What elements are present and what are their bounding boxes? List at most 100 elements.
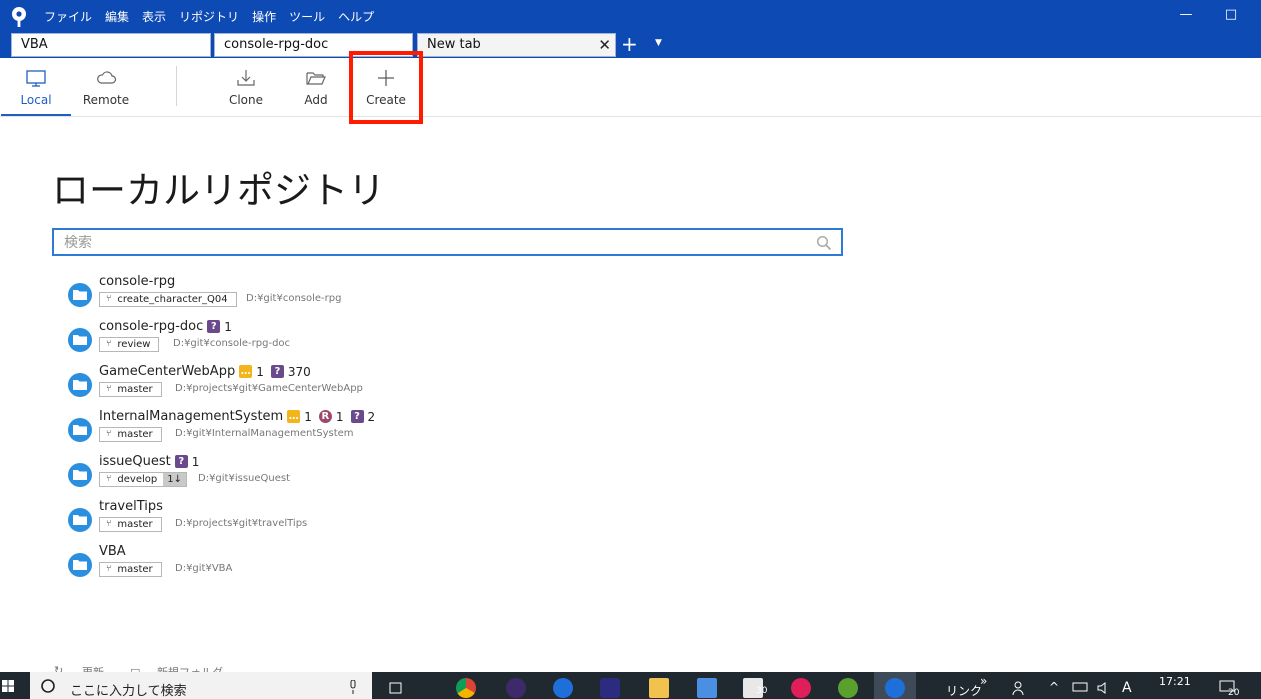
branch-name: create_character_Q04 — [117, 294, 228, 305]
notification-badge: 20 — [1228, 688, 1240, 698]
chrome-icon[interactable] — [456, 678, 476, 698]
maximize-button[interactable]: □ — [1216, 4, 1246, 26]
repo-path: D:¥git¥issueQuest — [198, 473, 291, 484]
folder-icon — [68, 328, 92, 352]
branch-icon: ⑂ — [106, 384, 112, 394]
file-explorer-icon[interactable] — [649, 678, 669, 698]
folder-icon — [68, 508, 92, 532]
app-icon[interactable] — [838, 678, 858, 698]
sourcetree-app-icon[interactable] — [553, 678, 573, 698]
menu-repository[interactable]: リポジトリ — [179, 8, 239, 25]
add-label: Add — [304, 93, 328, 107]
folder-icon — [68, 283, 92, 307]
branch-tag: ⑂ master — [99, 562, 162, 577]
untracked-badge-icon: ? — [174, 455, 188, 468]
add-button[interactable]: Add — [281, 58, 351, 116]
search-input[interactable] — [64, 233, 804, 253]
untracked-count: 370 — [287, 364, 311, 379]
repo-name-row: VBA — [99, 544, 126, 559]
task-view-icon[interactable] — [388, 681, 404, 695]
chevron-right-icon[interactable]: » — [980, 674, 987, 688]
remote-button[interactable]: Remote — [71, 58, 141, 116]
branch-icon: ⑂ — [106, 294, 112, 304]
chevron-up-icon[interactable]: ^ — [1049, 680, 1059, 694]
modified-count: 1 — [256, 364, 264, 379]
menu-view[interactable]: 表示 — [142, 8, 166, 25]
repo-name: travelTips — [99, 499, 163, 514]
page-title: ローカルリポジトリ — [52, 169, 385, 212]
tab-label: VBA — [21, 37, 48, 52]
folder-icon — [68, 373, 92, 397]
menu-file[interactable]: ファイル — [44, 8, 92, 25]
renamed-badge-icon: R — [318, 410, 332, 423]
search-icon[interactable] — [816, 235, 832, 251]
branch-name: master — [117, 564, 153, 575]
modified-count: 1 — [304, 409, 312, 424]
repo-name: GameCenterWebApp — [99, 364, 236, 379]
add-tab-button[interactable]: + — [621, 33, 638, 55]
repo-item-console-rpg[interactable]: console-rpg ⑂ create_character_Q04 D:¥gi… — [68, 274, 768, 314]
menu-help[interactable]: ヘルプ — [338, 8, 374, 25]
repo-item-issuequest[interactable]: issueQuest ? 1 ⑂ develop 1↓ D:¥git¥issue… — [68, 454, 768, 494]
branch-name: master — [117, 519, 153, 530]
branch-tag: ⑂ review — [99, 337, 160, 352]
minimize-button[interactable]: — — [1171, 4, 1201, 26]
branch-icon: ⑂ — [106, 564, 112, 574]
ime-indicator[interactable]: A — [1122, 680, 1132, 696]
repo-name: issueQuest — [99, 454, 171, 469]
menu-tools[interactable]: ツール — [289, 8, 325, 25]
eclipse-icon[interactable] — [506, 678, 526, 698]
repo-path: D:¥git¥console-rpg-doc — [173, 338, 291, 349]
microphone-icon[interactable] — [348, 680, 358, 694]
people-icon[interactable] — [1012, 680, 1028, 696]
untracked-count: 1 — [191, 454, 200, 469]
untracked-badge-icon: ? — [207, 320, 221, 333]
sourcetree-active-icon[interactable] — [885, 678, 905, 698]
behind-count: 1↓ — [163, 473, 186, 486]
links-toolbar[interactable]: リンク — [946, 682, 982, 699]
branch-icon: ⑂ — [106, 519, 112, 529]
taskbar-search[interactable]: ここに入力して検索 — [30, 672, 372, 699]
taskbar: ここに入力して検索 30 リンク » ^ A 17:21 20 — [0, 672, 1261, 699]
repo-path: D:¥projects¥git¥GameCenterWebApp — [175, 383, 363, 394]
remote-label: Remote — [82, 93, 130, 107]
sourcetree-logo-icon — [12, 7, 26, 27]
tab-vba[interactable]: VBA — [11, 33, 211, 57]
renamed-count: 1 — [335, 409, 344, 424]
store-icon[interactable] — [697, 678, 717, 698]
menu-actions[interactable]: 操作 — [252, 8, 276, 25]
toolbar-divider — [176, 66, 177, 106]
untracked-count: 2 — [367, 409, 376, 424]
close-icon[interactable]: ✕ — [598, 34, 611, 56]
branch-tag: ⑂ master — [99, 382, 162, 397]
windows-start-icon[interactable] — [2, 680, 14, 692]
speaker-icon[interactable] — [1097, 682, 1111, 694]
clock-time[interactable]: 17:21 — [1159, 675, 1191, 688]
cloud-icon — [97, 71, 117, 84]
folder-icon — [68, 418, 92, 442]
create-highlight-box — [349, 51, 423, 124]
menu-edit[interactable]: 編集 — [105, 8, 129, 25]
search-icon — [41, 679, 55, 693]
chevron-down-icon[interactable]: ▼ — [655, 38, 662, 48]
repo-item-gamecenterwebapp[interactable]: GameCenterWebApp … 1 ? 370 ⑂ master D:¥p… — [68, 364, 768, 404]
repo-item-console-rpg-doc[interactable]: console-rpg-doc ? 1 ⑂ review D:¥git¥cons… — [68, 319, 768, 359]
branch-icon: ⑂ — [106, 339, 112, 349]
tab-new-tab[interactable]: New tab ✕ — [417, 33, 616, 57]
slack-icon[interactable] — [791, 678, 811, 698]
untracked-badge-icon: ? — [270, 365, 284, 378]
repo-name-row: issueQuest ? 1 — [99, 454, 202, 469]
branch-name: develop — [117, 474, 158, 485]
repo-item-internalmanagementsystem[interactable]: InternalManagementSystem … 1 R 1 ? 2 ⑂ m… — [68, 409, 768, 449]
repo-item-traveltips[interactable]: travelTips ⑂ master D:¥projects¥git¥trav… — [68, 499, 768, 539]
toolbar: Local Remote Clone Add Create — [0, 58, 1261, 117]
untracked-count: 1 — [224, 319, 232, 334]
repo-name: VBA — [99, 544, 126, 559]
editor-app-icon[interactable] — [600, 678, 620, 698]
branch-name: review — [117, 339, 151, 350]
clone-button[interactable]: Clone — [211, 58, 281, 116]
branch-name: master — [117, 429, 153, 440]
repo-item-vba[interactable]: VBA ⑂ master D:¥git¥VBA — [68, 544, 768, 584]
local-button[interactable]: Local — [1, 58, 71, 116]
network-icon[interactable] — [1072, 682, 1088, 694]
